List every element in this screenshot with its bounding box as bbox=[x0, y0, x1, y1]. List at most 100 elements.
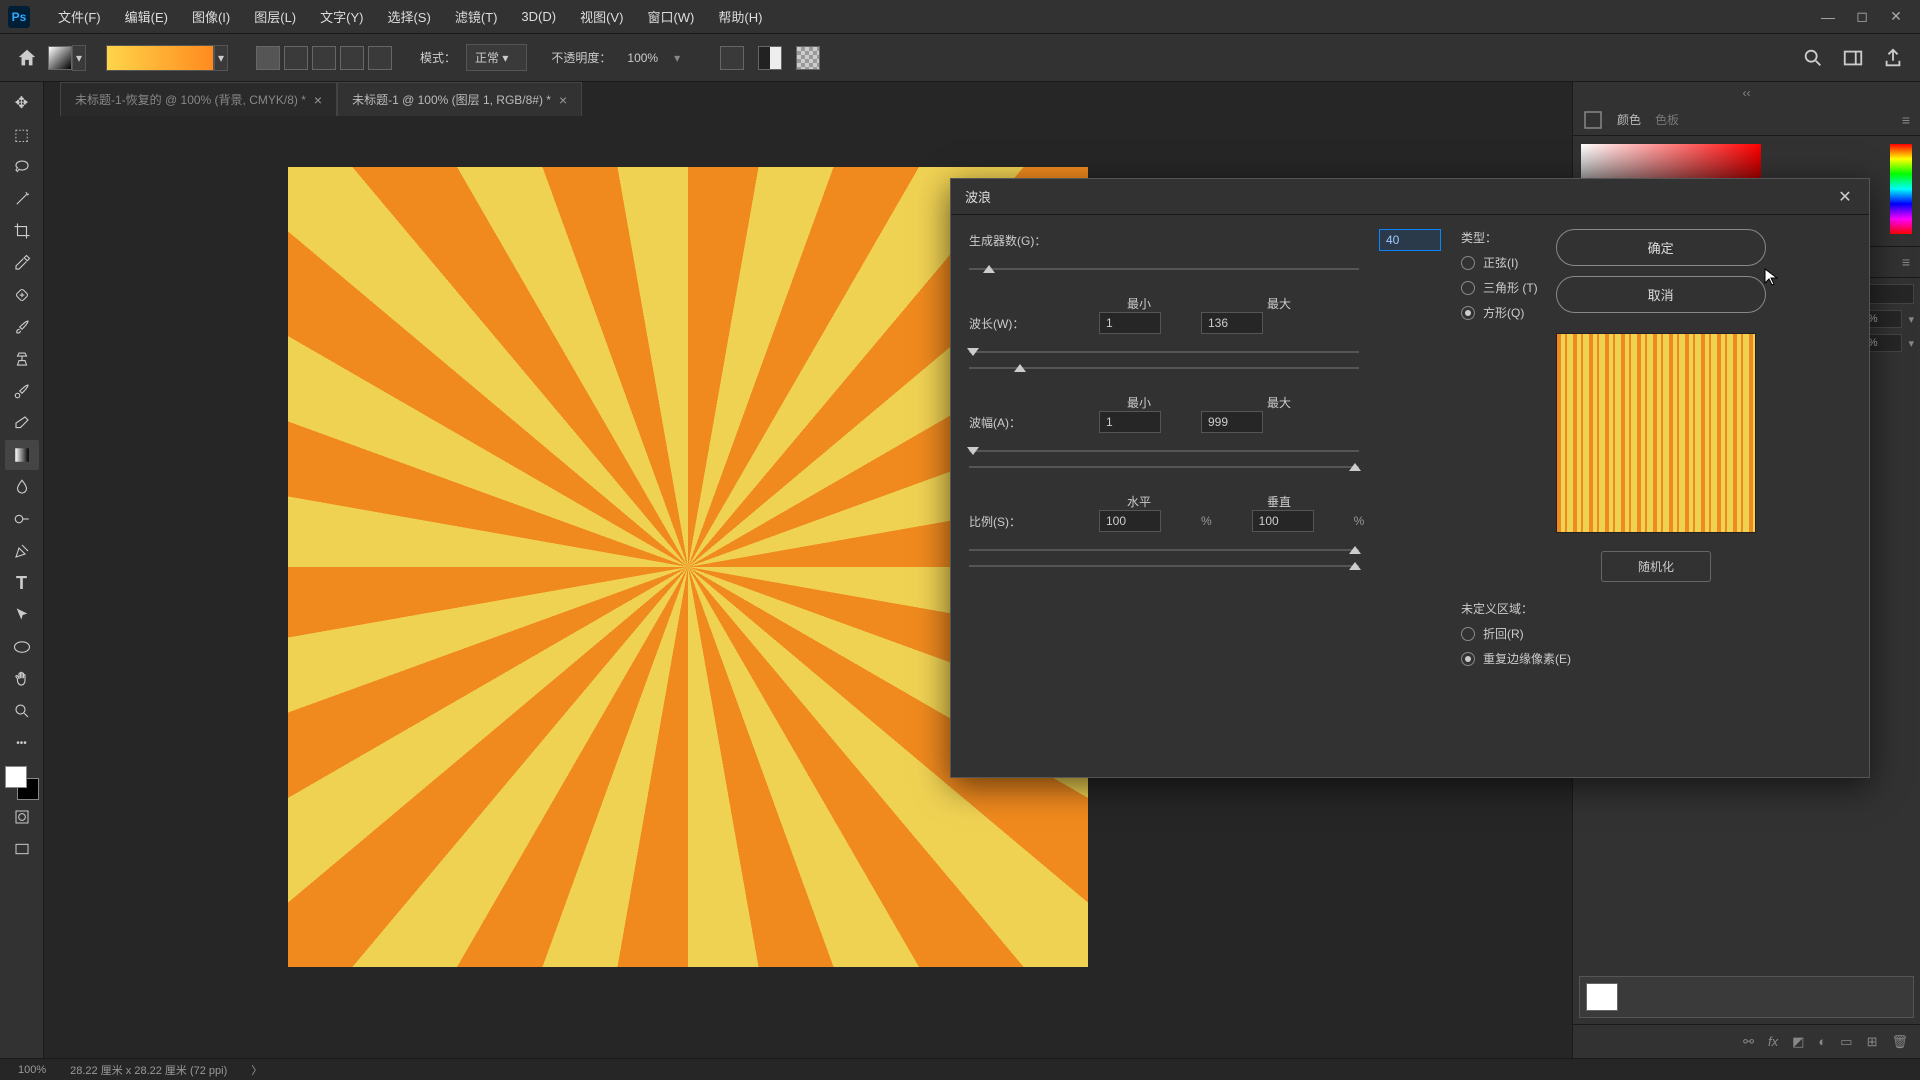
dialog-close-icon[interactable]: ✕ bbox=[1835, 187, 1855, 207]
menu-filter[interactable]: 滤镜(T) bbox=[443, 1, 510, 32]
tab-close-1[interactable]: × bbox=[314, 92, 322, 108]
layer-mask-icon[interactable]: ◩ bbox=[1792, 1034, 1804, 1050]
gradient-linear-icon[interactable] bbox=[256, 46, 280, 70]
pen-tool-icon[interactable] bbox=[5, 536, 39, 566]
wavelength-min-input[interactable] bbox=[1099, 312, 1161, 334]
status-zoom[interactable]: 100% bbox=[18, 1064, 46, 1076]
tab-doc-1[interactable]: 未标题-1-恢复的 @ 100% (背景, CMYK/8) * × bbox=[60, 82, 337, 116]
quickmask-icon[interactable] bbox=[5, 802, 39, 832]
menu-3d[interactable]: 3D(D) bbox=[509, 3, 568, 30]
adjustment-layer-icon[interactable]: ◐ bbox=[1818, 1034, 1826, 1049]
wavelength-min-slider[interactable] bbox=[969, 344, 1359, 360]
menu-window[interactable]: 窗口(W) bbox=[635, 1, 706, 32]
new-layer-icon[interactable]: ⊞ bbox=[1867, 1034, 1878, 1050]
gradient-diamond-icon[interactable] bbox=[368, 46, 392, 70]
brush-tool-icon[interactable] bbox=[5, 312, 39, 342]
dialog-titlebar[interactable]: 波浪 ✕ bbox=[951, 179, 1869, 215]
share-icon[interactable] bbox=[1882, 47, 1904, 69]
collapse-panels-icon[interactable]: ‹‹ bbox=[1573, 82, 1920, 104]
gradient-tool-icon[interactable] bbox=[48, 46, 72, 70]
generators-input[interactable] bbox=[1379, 229, 1441, 251]
undef-wrap-radio[interactable]: 折回(R) bbox=[1461, 625, 1851, 642]
mode-select[interactable]: 正常 ▾ bbox=[466, 44, 527, 71]
reverse-icon[interactable] bbox=[720, 46, 744, 70]
transparency-icon[interactable] bbox=[796, 46, 820, 70]
amplitude-max-input[interactable] bbox=[1201, 411, 1263, 433]
amplitude-max-slider[interactable] bbox=[969, 459, 1359, 475]
eraser-tool-icon[interactable] bbox=[5, 408, 39, 438]
scale-horiz-slider[interactable] bbox=[969, 542, 1359, 558]
menu-layer[interactable]: 图层(L) bbox=[242, 1, 308, 32]
menu-select[interactable]: 选择(S) bbox=[375, 1, 442, 32]
swatches-tab[interactable]: 色板 bbox=[1655, 111, 1679, 128]
amplitude-min-input[interactable] bbox=[1099, 411, 1161, 433]
cancel-button[interactable]: 取消 bbox=[1556, 276, 1766, 313]
menu-image[interactable]: 图像(I) bbox=[180, 1, 242, 32]
type-triangle-radio[interactable]: 三角形 (T) bbox=[1461, 279, 1538, 296]
gradient-radial-icon[interactable] bbox=[284, 46, 308, 70]
panel-menu-icon-2[interactable]: ≡ bbox=[1902, 254, 1910, 270]
panel-icon[interactable] bbox=[1583, 110, 1603, 130]
wavelength-max-slider[interactable] bbox=[969, 360, 1359, 376]
color-tab[interactable]: 颜色 bbox=[1617, 111, 1641, 128]
dither-icon[interactable] bbox=[758, 46, 782, 70]
magic-wand-tool-icon[interactable] bbox=[5, 184, 39, 214]
move-tool-icon[interactable]: ✥ bbox=[5, 88, 39, 118]
minimize-icon[interactable]: — bbox=[1820, 9, 1836, 25]
search-icon[interactable] bbox=[1802, 47, 1824, 69]
scale-vert-input[interactable] bbox=[1252, 510, 1314, 532]
screenmode-icon[interactable] bbox=[5, 834, 39, 864]
randomize-button[interactable]: 随机化 bbox=[1601, 551, 1711, 582]
gradient-reflected-icon[interactable] bbox=[340, 46, 364, 70]
gradient-preset-dropdown[interactable]: ▾ bbox=[214, 45, 228, 71]
path-select-tool-icon[interactable] bbox=[5, 600, 39, 630]
shape-tool-icon[interactable] bbox=[5, 632, 39, 662]
scale-horiz-input[interactable] bbox=[1099, 510, 1161, 532]
type-square-radio[interactable]: 方形(Q) bbox=[1461, 304, 1538, 321]
crop-tool-icon[interactable] bbox=[5, 216, 39, 246]
menu-view[interactable]: 视图(V) bbox=[568, 1, 635, 32]
panel-menu-icon[interactable]: ≡ bbox=[1902, 112, 1910, 128]
color-swatches[interactable] bbox=[5, 766, 39, 800]
delete-layer-icon[interactable]: 🗑 bbox=[1891, 1034, 1908, 1050]
healing-tool-icon[interactable] bbox=[5, 280, 39, 310]
hue-slider[interactable] bbox=[1890, 144, 1912, 234]
generators-slider[interactable] bbox=[969, 261, 1359, 277]
gradient-preview[interactable] bbox=[106, 45, 214, 71]
status-arrow[interactable]: 〉 bbox=[251, 1062, 262, 1078]
layer-fx-icon[interactable]: fx bbox=[1768, 1034, 1778, 1049]
gradient-picker-dropdown[interactable]: ▾ bbox=[72, 45, 86, 71]
scale-vert-slider[interactable] bbox=[969, 558, 1359, 574]
text-tool-icon[interactable]: T bbox=[5, 568, 39, 598]
type-sine-radio[interactable]: 正弦(I) bbox=[1461, 254, 1538, 271]
eyedropper-tool-icon[interactable] bbox=[5, 248, 39, 278]
lasso-tool-icon[interactable] bbox=[5, 152, 39, 182]
menu-edit[interactable]: 编辑(E) bbox=[113, 1, 180, 32]
undef-repeat-radio[interactable]: 重复边缘像素(E) bbox=[1461, 650, 1851, 667]
gradient-tool-icon[interactable] bbox=[5, 440, 39, 470]
gradient-angle-icon[interactable] bbox=[312, 46, 336, 70]
group-icon[interactable]: ▭ bbox=[1840, 1034, 1852, 1050]
menu-file[interactable]: 文件(F) bbox=[46, 1, 113, 32]
workspace-icon[interactable] bbox=[1842, 47, 1864, 69]
edit-toolbar-icon[interactable]: ••• bbox=[5, 728, 39, 758]
blur-tool-icon[interactable] bbox=[5, 472, 39, 502]
wavelength-max-input[interactable] bbox=[1201, 312, 1263, 334]
link-layers-icon[interactable]: ⚯ bbox=[1743, 1034, 1754, 1050]
zoom-tool-icon[interactable] bbox=[5, 696, 39, 726]
layer-row[interactable] bbox=[1579, 976, 1914, 1018]
ok-button[interactable]: 确定 bbox=[1556, 229, 1766, 266]
opacity-value[interactable]: 100% bbox=[621, 49, 664, 67]
tab-close-2[interactable]: × bbox=[559, 92, 567, 108]
menu-type[interactable]: 文字(Y) bbox=[308, 1, 375, 32]
history-brush-tool-icon[interactable] bbox=[5, 376, 39, 406]
maximize-icon[interactable]: ◻ bbox=[1854, 9, 1870, 25]
hand-tool-icon[interactable] bbox=[5, 664, 39, 694]
marquee-tool-icon[interactable]: ⬚ bbox=[5, 120, 39, 150]
dodge-tool-icon[interactable] bbox=[5, 504, 39, 534]
amplitude-min-slider[interactable] bbox=[969, 443, 1359, 459]
clone-tool-icon[interactable] bbox=[5, 344, 39, 374]
status-docinfo[interactable]: 28.22 厘米 x 28.22 厘米 (72 ppi) bbox=[70, 1062, 227, 1078]
menu-help[interactable]: 帮助(H) bbox=[706, 1, 774, 32]
tab-doc-2[interactable]: 未标题-1 @ 100% (图层 1, RGB/8#) * × bbox=[337, 82, 582, 116]
